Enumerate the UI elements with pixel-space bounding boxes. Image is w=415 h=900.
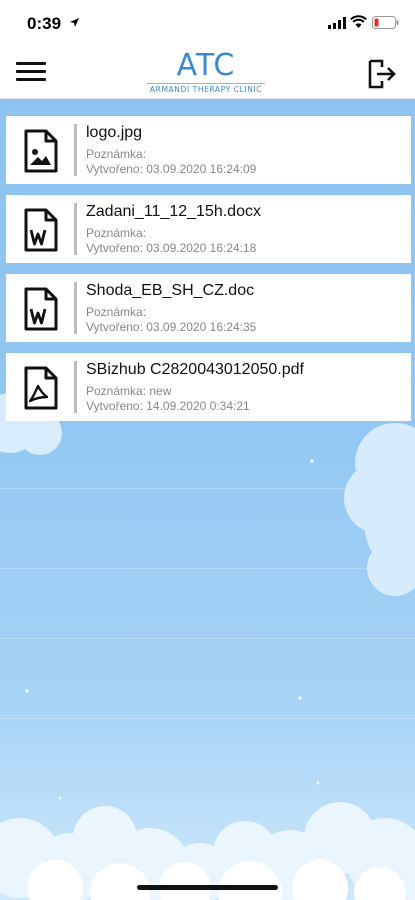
menu-bar: [16, 70, 46, 73]
menu-bar: [16, 62, 46, 65]
logo-divider: [147, 83, 265, 84]
file-created: Vytvořeno: 14.09.2020 0:34:21: [86, 399, 250, 413]
menu-bar: [16, 78, 46, 81]
word-file-icon: [24, 208, 58, 252]
file-row[interactable]: SBizhub C2820043012050.pdf Poznámka: new…: [6, 353, 411, 421]
file-name: SBizhub C2820043012050.pdf: [86, 361, 304, 378]
file-row[interactable]: Zadani_11_12_15h.docx Poznámka: Vytvořen…: [6, 195, 411, 263]
file-note: Poznámka: new: [86, 384, 172, 398]
row-divider: [74, 361, 77, 413]
logout-icon[interactable]: [366, 58, 398, 90]
home-indicator[interactable]: [137, 885, 278, 890]
row-divider: [74, 282, 77, 334]
image-file-icon: [24, 129, 58, 173]
logo-text: ATC: [176, 48, 236, 83]
status-bar: 0:39: [0, 0, 415, 48]
file-list: logo.jpg Poznámka: Vytvořeno: 03.09.2020…: [6, 116, 411, 432]
file-row[interactable]: logo.jpg Poznámka: Vytvořeno: 03.09.2020…: [6, 116, 411, 184]
wifi-icon: [350, 15, 367, 28]
status-time: 0:39: [27, 14, 62, 33]
location-arrow-icon: [70, 18, 79, 27]
file-name: Zadani_11_12_15h.docx: [86, 203, 261, 220]
file-name: Shoda_EB_SH_CZ.doc: [86, 282, 255, 299]
clinic-logo: ATC ARMANDI THERAPY CLINIC: [145, 50, 267, 96]
battery-icon: [372, 16, 399, 29]
file-note: Poznámka:: [86, 305, 147, 319]
word-file-icon: [24, 287, 58, 331]
file-note: Poznámka:: [86, 226, 147, 240]
cellular-signal-icon: [328, 17, 346, 29]
file-created: Vytvořeno: 03.09.2020 16:24:35: [86, 320, 257, 334]
pdf-file-icon: [24, 366, 58, 410]
file-note: Poznámka:: [86, 147, 147, 161]
row-divider: [74, 124, 77, 176]
app-header: ATC ARMANDI THERAPY CLINIC: [0, 48, 415, 99]
hamburger-menu-icon[interactable]: [16, 62, 46, 84]
file-name: logo.jpg: [86, 124, 143, 141]
file-row[interactable]: Shoda_EB_SH_CZ.doc Poznámka: Vytvořeno: …: [6, 274, 411, 342]
logo-subtitle: ARMANDI THERAPY CLINIC: [149, 85, 263, 94]
row-divider: [74, 203, 77, 255]
file-created: Vytvořeno: 03.09.2020 16:24:09: [86, 162, 257, 176]
file-created: Vytvořeno: 03.09.2020 16:24:18: [86, 241, 257, 255]
